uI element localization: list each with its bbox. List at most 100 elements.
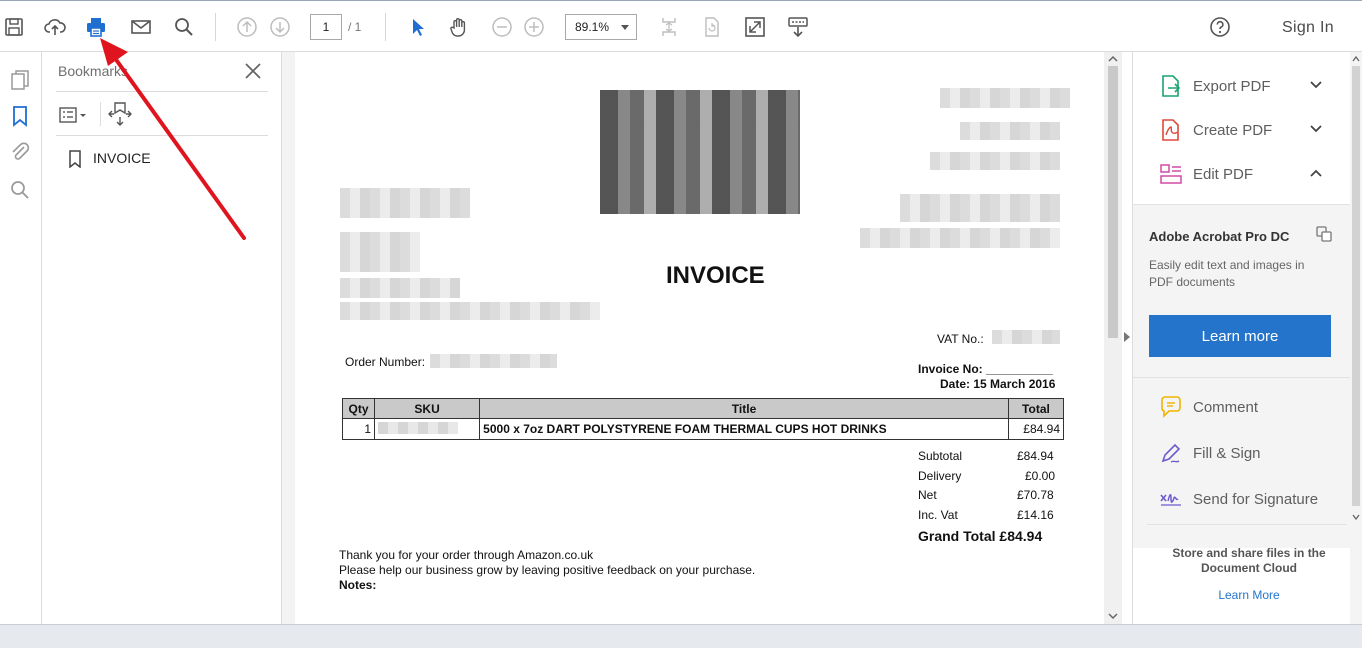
divider	[1133, 377, 1351, 378]
cloud-upload-icon[interactable]	[41, 13, 69, 41]
bookmark-options-icon[interactable]	[58, 104, 90, 126]
bookmark-icon	[69, 150, 81, 168]
redacted-logo	[600, 90, 800, 214]
chevron-down-icon	[1310, 125, 1322, 133]
scroll-up-icon[interactable]	[1108, 55, 1118, 63]
search-icon[interactable]	[8, 178, 32, 202]
create-pdf-icon	[1162, 119, 1179, 141]
tool-edit-pdf[interactable]: Edit PDF	[1133, 152, 1351, 196]
search-icon[interactable]	[170, 13, 198, 41]
redacted-vat-number	[992, 330, 1060, 344]
left-rail	[0, 52, 42, 624]
invoice-date: Date: 15 March 2016	[940, 377, 1056, 391]
chevron-down-icon	[1310, 81, 1322, 89]
fill-sign-icon	[1161, 443, 1181, 463]
subtotal-label: Subtotal	[918, 449, 963, 463]
select-cursor-icon[interactable]	[403, 13, 431, 41]
redacted-text	[340, 188, 470, 218]
feedback-text: Please help our business grow by leaving…	[339, 563, 756, 577]
subtotal-value: £84.94	[1017, 449, 1054, 463]
notes-label: Notes:	[339, 578, 377, 592]
invoice-title: INVOICE	[666, 262, 765, 289]
tool-label: Edit PDF	[1193, 166, 1254, 183]
help-icon[interactable]	[1206, 13, 1234, 41]
toolbar-divider	[215, 13, 216, 41]
bookmarks-panel: Bookmarks INVOICE	[42, 52, 282, 624]
keyboard-download-icon[interactable]	[784, 13, 812, 41]
fit-page-icon[interactable]	[655, 13, 683, 41]
tool-export-pdf[interactable]: Export PDF	[1133, 64, 1351, 108]
zoom-in-icon[interactable]	[520, 13, 548, 41]
zoom-out-icon[interactable]	[488, 13, 516, 41]
promo-text: Easily edit text and images in PDF docum…	[1149, 258, 1305, 289]
previous-page-icon[interactable]	[233, 13, 261, 41]
next-page-icon[interactable]	[266, 13, 294, 41]
col-title: Title	[479, 398, 1009, 419]
vat-amount-value: £14.16	[1017, 508, 1054, 522]
tool-fill-sign[interactable]: Fill & Sign	[1133, 431, 1351, 475]
comment-icon	[1161, 396, 1181, 418]
scrollbar-thumb[interactable]	[1108, 66, 1118, 338]
chevron-up-icon	[1310, 169, 1322, 177]
tool-label: Export PDF	[1193, 78, 1271, 95]
bookmarks-icon[interactable]	[8, 104, 32, 128]
expand-bookmark-icon[interactable]	[106, 100, 134, 128]
redacted-text	[860, 228, 1060, 248]
col-total: Total	[1007, 398, 1065, 419]
net-label: Net	[918, 488, 937, 502]
row-total: £84.94	[1007, 418, 1065, 440]
scroll-down-icon[interactable]	[1352, 514, 1360, 520]
zoom-value: 89.1%	[575, 20, 610, 34]
redacted-text	[340, 302, 600, 320]
tool-label: Create PDF	[1193, 122, 1273, 139]
order-number-label: Order Number:	[345, 355, 426, 369]
grand-total: Grand Total £84.94	[918, 528, 1043, 544]
tool-comment[interactable]: Comment	[1133, 385, 1351, 429]
document-viewer: INVOICE VAT No.: Order Number: Invoice N…	[282, 52, 1122, 624]
page-thumbnails-icon[interactable]	[8, 68, 32, 92]
copy-icon[interactable]	[1315, 225, 1333, 243]
learn-more-link[interactable]: Learn More	[1149, 588, 1349, 602]
scroll-up-icon[interactable]	[1352, 56, 1360, 62]
tools-pane-scrollbar[interactable]	[1350, 52, 1362, 624]
promo-title: Adobe Acrobat Pro DC	[1149, 229, 1290, 244]
vat-label: VAT No.:	[937, 332, 984, 346]
hand-tool-icon[interactable]	[445, 13, 473, 41]
table-row: 1 5000 x 7oz DART POLYSTYRENE FOAM THERM…	[341, 418, 1065, 440]
edit-pdf-icon	[1160, 164, 1182, 184]
tool-label: Send for Signature	[1193, 491, 1319, 508]
col-qty: Qty	[341, 398, 376, 419]
rotate-page-icon[interactable]	[698, 13, 726, 41]
toolbar-divider	[385, 13, 386, 41]
delivery-value: £0.00	[1025, 469, 1056, 483]
email-icon[interactable]	[127, 13, 155, 41]
zoom-select[interactable]: 89.1%	[565, 14, 637, 40]
pdf-page: INVOICE VAT No.: Order Number: Invoice N…	[295, 52, 1105, 624]
tools-pane: Export PDF Create PDF Edit PDF Adobe Acr…	[1132, 52, 1351, 624]
save-icon[interactable]	[0, 13, 28, 41]
tool-label: Fill & Sign	[1193, 445, 1261, 462]
row-qty: 1	[341, 418, 376, 440]
redacted-text	[340, 278, 460, 298]
scrollbar-thumb[interactable]	[1352, 66, 1360, 506]
tool-create-pdf[interactable]: Create PDF	[1133, 108, 1351, 152]
document-scrollbar[interactable]	[1104, 52, 1122, 624]
acrobat-pro-promo: Adobe Acrobat Pro DC Easily edit text an…	[1133, 204, 1351, 548]
scroll-down-icon[interactable]	[1108, 612, 1118, 620]
learn-more-button[interactable]: Learn more	[1149, 315, 1331, 357]
row-title: 5000 x 7oz DART POLYSTYRENE FOAM THERMAL…	[479, 418, 1009, 440]
print-icon[interactable]	[82, 13, 110, 41]
redacted-text	[930, 152, 1060, 170]
close-icon[interactable]	[242, 60, 264, 82]
page-number-input[interactable]: 1	[310, 14, 342, 40]
collapse-right-pane-arrow[interactable]	[1124, 332, 1130, 342]
export-pdf-icon	[1162, 75, 1181, 97]
tool-label: Comment	[1193, 399, 1259, 416]
sign-in-link[interactable]: Sign In	[1282, 19, 1334, 37]
divider	[56, 91, 268, 92]
tool-send-for-signature[interactable]: Send for Signature	[1133, 477, 1351, 521]
invoice-number: Invoice No: __________	[918, 362, 1053, 376]
attachment-icon[interactable]	[8, 140, 32, 164]
bookmark-item-label: INVOICE	[93, 150, 151, 166]
full-screen-icon[interactable]	[741, 13, 769, 41]
